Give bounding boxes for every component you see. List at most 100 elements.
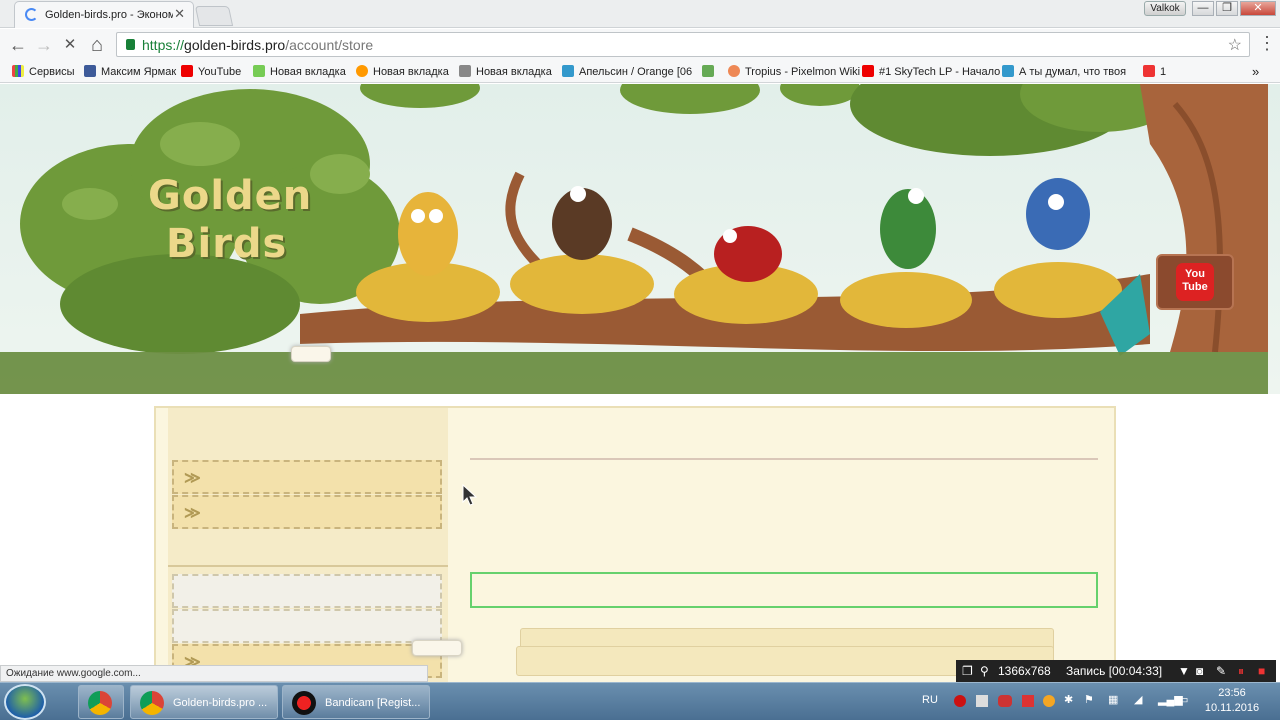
windows-taskbar: Golden-birds.pro ... Bandicam [Regist...… bbox=[0, 682, 1280, 720]
pause-icon[interactable]: ⏸ bbox=[1238, 660, 1244, 682]
stop-icon[interactable]: ■ bbox=[1258, 660, 1265, 682]
youtube-channel-button[interactable]: You Tube bbox=[1156, 254, 1234, 310]
new-tab-button[interactable] bbox=[194, 6, 234, 26]
nav-menu-button[interactable] bbox=[291, 346, 331, 362]
bookmark-favicon-icon bbox=[702, 65, 714, 77]
status-bubble: Ожидание www.google.com... bbox=[0, 665, 428, 682]
small-action-button[interactable] bbox=[412, 640, 462, 656]
tab-close-icon[interactable]: ✕ bbox=[174, 6, 185, 22]
dropdown-icon[interactable]: ▼ bbox=[1178, 660, 1190, 682]
chrome-icon bbox=[140, 691, 164, 715]
tab-title: Golden-birds.pro - Эконом bbox=[45, 9, 173, 21]
camera-icon[interactable]: ◙ bbox=[1196, 660, 1203, 682]
bookmark-item[interactable]: Новая вкладка bbox=[459, 64, 552, 80]
pencil-icon[interactable]: ✎ bbox=[1216, 660, 1226, 682]
bluetooth-icon[interactable]: ✱ bbox=[1064, 693, 1073, 706]
profile-badge[interactable]: Valkok bbox=[1144, 1, 1186, 16]
chevron-right-icon: ≫ bbox=[184, 470, 201, 487]
bookmarks-bar: Сервисы Максим Ярмак YouTube Новая вклад… bbox=[0, 61, 1280, 83]
url-text: https://golden-birds.pro/account/store bbox=[142, 37, 374, 53]
site-header: Golden Birds You Tube bbox=[0, 84, 1280, 394]
content-divider bbox=[470, 458, 1098, 460]
forward-icon[interactable]: → bbox=[32, 33, 56, 57]
taskbar-chrome-pinned[interactable] bbox=[78, 685, 124, 719]
bandicam-recording-status: Запись [00:04:33] bbox=[1066, 664, 1163, 678]
taskbar-item-browser[interactable]: Golden-birds.pro ... bbox=[130, 685, 278, 719]
tray-app-icon[interactable] bbox=[1043, 695, 1055, 707]
tray-app-icon[interactable] bbox=[998, 695, 1012, 707]
logo-line-1: Golden bbox=[148, 173, 313, 219]
window-icon[interactable]: ❐ bbox=[962, 660, 973, 682]
bookmark-favicon-icon bbox=[562, 65, 574, 77]
youtube-icon bbox=[862, 65, 874, 77]
start-button[interactable] bbox=[4, 684, 46, 720]
browser-toolbar: ← → ✕ ⌂ https://golden-birds.pro/account… bbox=[0, 29, 1280, 61]
loading-spinner-icon bbox=[25, 8, 38, 21]
mouse-cursor-icon bbox=[462, 484, 478, 506]
close-window-button[interactable]: ✕ bbox=[1240, 1, 1276, 16]
bookmark-item[interactable]: Апельсин / Orange [06 bbox=[562, 64, 692, 80]
logo-line-2: Birds bbox=[166, 221, 288, 267]
clock-date: 10.11.2016 bbox=[1204, 702, 1260, 714]
youtube-icon bbox=[181, 65, 193, 77]
browser-titlebar: Golden-birds.pro - Эконом ✕ Valkok — ❐ ✕ bbox=[0, 0, 1280, 28]
bookmark-star-icon[interactable]: ☆ bbox=[1228, 35, 1242, 55]
flag-icon[interactable]: ⚑ bbox=[1084, 693, 1094, 706]
sidebar-menu-item[interactable] bbox=[172, 609, 442, 643]
taskbar-item-bandicam[interactable]: Bandicam [Regist... bbox=[282, 685, 430, 719]
site-nav-bar bbox=[0, 352, 1268, 394]
minimize-button[interactable]: — bbox=[1192, 1, 1214, 16]
volume-icon[interactable]: ◢ bbox=[1134, 693, 1142, 706]
store-input-field[interactable] bbox=[470, 572, 1098, 608]
browser-menu-icon[interactable]: ⋮ bbox=[1258, 33, 1276, 54]
bookmark-favicon-icon bbox=[1002, 65, 1014, 77]
language-indicator[interactable]: RU bbox=[922, 694, 938, 706]
bookmark-item[interactable]: Сервисы bbox=[12, 64, 75, 80]
clock-time: 23:56 bbox=[1218, 687, 1246, 699]
apps-icon bbox=[12, 65, 24, 77]
sidebar-divider bbox=[168, 565, 448, 567]
bookmark-favicon-icon bbox=[84, 65, 96, 77]
address-bar[interactable]: https://golden-birds.pro/account/store ☆ bbox=[116, 32, 1250, 57]
sidebar-menu-item[interactable]: ≫ bbox=[172, 460, 442, 494]
bookmark-item[interactable]: Tropius - Pixelmon Wiki bbox=[728, 64, 860, 80]
bookmarks-more-icon[interactable]: » bbox=[1252, 64, 1259, 80]
sidebar-menu-item[interactable]: ≫ bbox=[172, 495, 442, 529]
bookmark-favicon-icon bbox=[356, 65, 368, 77]
page-viewport: Golden Birds You Tube ≫ ≫ ≫ bbox=[0, 84, 1280, 682]
chevron-right-icon: ≫ bbox=[184, 505, 201, 522]
account-sidebar: ≫ ≫ ≫ bbox=[168, 408, 448, 682]
display-icon[interactable]: ▭ bbox=[1178, 693, 1188, 706]
lock-icon bbox=[126, 39, 135, 50]
bookmark-item[interactable] bbox=[702, 64, 719, 80]
home-icon[interactable]: ⌂ bbox=[85, 33, 109, 57]
bookmark-favicon-icon bbox=[1143, 65, 1155, 77]
bookmark-item[interactable]: Новая вкладка bbox=[253, 64, 346, 80]
bandicam-resolution: 1366x768 bbox=[998, 664, 1051, 678]
system-clock[interactable]: 23:56 10.11.2016 bbox=[1196, 686, 1268, 716]
bookmark-item[interactable]: А ты думал, что твоя bbox=[1002, 64, 1126, 80]
tray-record-icon[interactable] bbox=[954, 695, 966, 707]
restore-button[interactable]: ❐ bbox=[1216, 1, 1238, 16]
bookmark-item[interactable]: Новая вкладка bbox=[356, 64, 449, 80]
sidebar-menu-item[interactable] bbox=[172, 574, 442, 608]
bandicam-toolbar: ❐ ⚲ 1366x768 Запись [00:04:33] ▼ ◙ ✎ ⏸ ■ bbox=[956, 660, 1276, 682]
youtube-icon: You Tube bbox=[1176, 263, 1214, 301]
stop-icon[interactable]: ✕ bbox=[58, 33, 82, 57]
bookmark-favicon-icon bbox=[728, 65, 740, 77]
bookmark-item[interactable]: Максим Ярмак bbox=[84, 64, 176, 80]
account-store-panel: ≫ ≫ ≫ bbox=[154, 406, 1116, 682]
bandicam-icon bbox=[292, 691, 316, 715]
bookmark-item[interactable]: 1 bbox=[1143, 64, 1166, 80]
back-icon[interactable]: ← bbox=[6, 33, 30, 57]
bookmark-item[interactable]: #1 SkyTech LP - Начало bbox=[862, 64, 1000, 80]
network-icon[interactable]: ▦ bbox=[1108, 693, 1118, 706]
site-logo[interactable]: Golden Birds bbox=[148, 172, 312, 268]
tray-app-icon[interactable] bbox=[976, 695, 988, 707]
tray-app-icon[interactable] bbox=[1022, 695, 1034, 707]
zoom-icon[interactable]: ⚲ bbox=[980, 660, 989, 682]
bookmark-item[interactable]: YouTube bbox=[181, 64, 241, 80]
tab-golden-birds[interactable]: Golden-birds.pro - Эконом ✕ bbox=[14, 1, 194, 28]
chrome-icon bbox=[88, 691, 112, 715]
bookmark-favicon-icon bbox=[459, 65, 471, 77]
